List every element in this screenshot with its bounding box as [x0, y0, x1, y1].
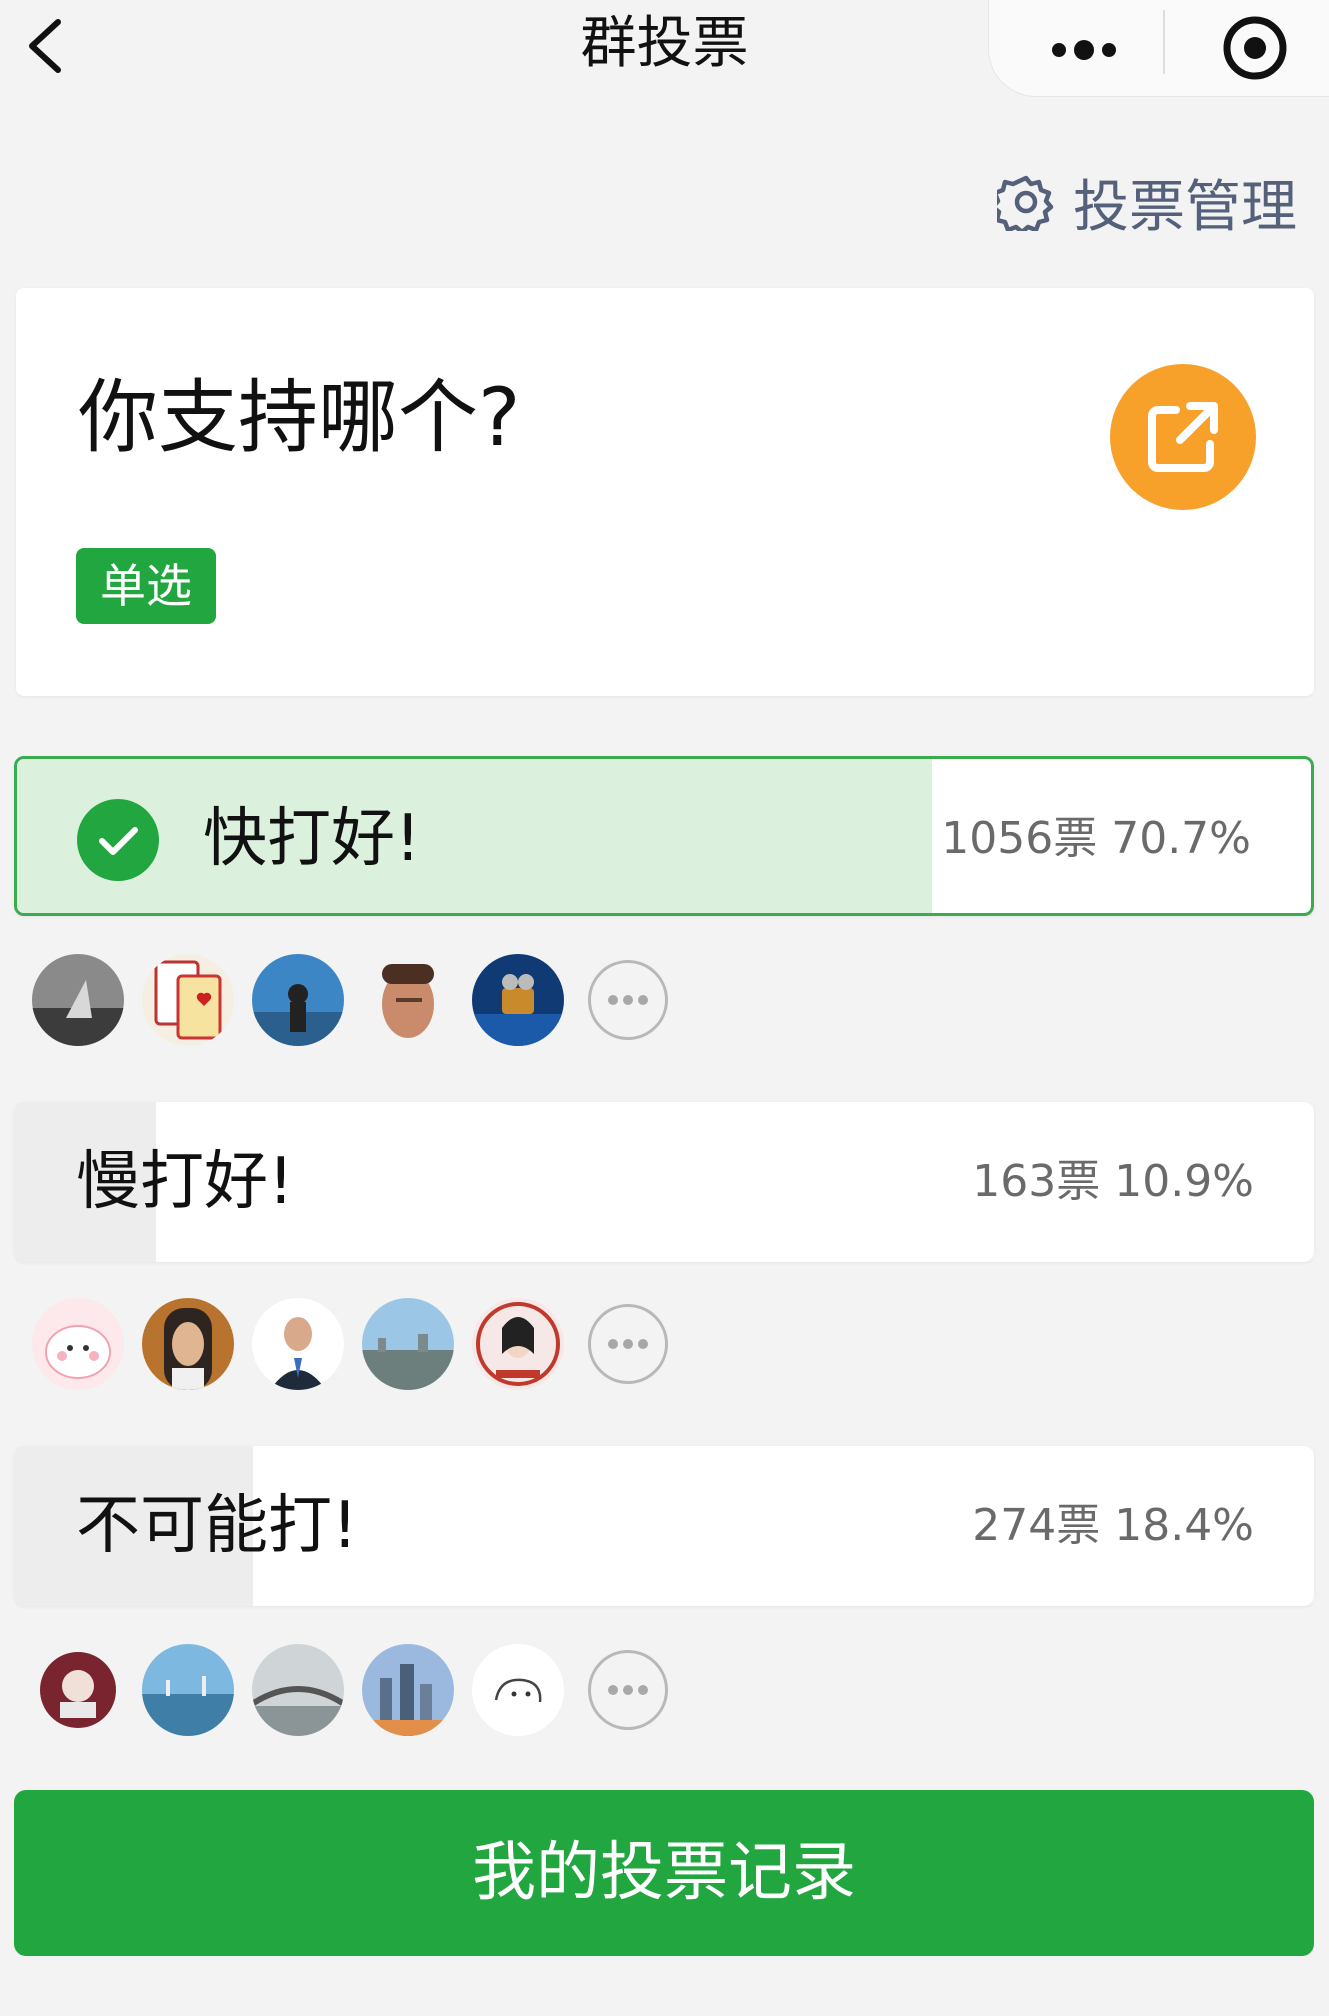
- avatar[interactable]: [32, 954, 124, 1046]
- menu-capsule: [988, 0, 1329, 97]
- more-voters-button[interactable]: [588, 1304, 668, 1384]
- close-target-icon[interactable]: [1219, 12, 1291, 84]
- avatar[interactable]: [32, 1298, 124, 1390]
- dot: [638, 1339, 648, 1349]
- poll-option-2[interactable]: 慢打好! 163票 10.9%: [14, 1102, 1314, 1262]
- option-2-stat: 163票 10.9%: [972, 1156, 1254, 1207]
- avatar[interactable]: [142, 1644, 234, 1736]
- avatar[interactable]: [362, 954, 454, 1046]
- share-icon: [1148, 402, 1218, 472]
- option-3-label: 不可能打!: [76, 1489, 358, 1563]
- option-2-label: 慢打好!: [76, 1145, 294, 1219]
- option-1-stat: 1056票 70.7%: [941, 813, 1251, 864]
- capsule-divider: [1163, 10, 1165, 74]
- avatar[interactable]: [142, 1298, 234, 1390]
- dot: [608, 1339, 618, 1349]
- avatar[interactable]: [252, 954, 344, 1046]
- single-choice-tag: 单选: [76, 548, 216, 624]
- share-button[interactable]: [1110, 364, 1256, 510]
- option-1-label: 快打好!: [203, 802, 421, 876]
- option-1-voters: [32, 952, 668, 1048]
- avatar[interactable]: [472, 1644, 564, 1736]
- avatar[interactable]: [362, 1644, 454, 1736]
- option-2-voters: [32, 1296, 668, 1392]
- poll-card: 你支持哪个? 单选: [16, 288, 1314, 696]
- dot: [638, 1685, 648, 1695]
- my-vote-record-button[interactable]: 我的投票记录: [14, 1790, 1314, 1956]
- option-3-voters: [32, 1642, 668, 1738]
- poll-option-3[interactable]: 不可能打! 274票 18.4%: [14, 1446, 1314, 1606]
- dot: [608, 995, 618, 1005]
- poll-option-1[interactable]: 快打好! 1056票 70.7%: [14, 756, 1314, 916]
- more-voters-button[interactable]: [588, 1650, 668, 1730]
- avatar[interactable]: [142, 954, 234, 1046]
- avatar[interactable]: [362, 1298, 454, 1390]
- avatar[interactable]: [472, 1298, 564, 1390]
- more-voters-button[interactable]: [588, 960, 668, 1040]
- dot: [623, 1685, 633, 1695]
- avatar[interactable]: [252, 1644, 344, 1736]
- vote-manage-link[interactable]: 投票管理: [997, 166, 1297, 240]
- check-icon: [77, 799, 159, 881]
- avatar[interactable]: [252, 1298, 344, 1390]
- more-icon[interactable]: [1039, 30, 1129, 70]
- option-3-stat: 274票 18.4%: [972, 1500, 1254, 1551]
- dot: [638, 995, 648, 1005]
- gear-icon: [997, 175, 1054, 231]
- avatar[interactable]: [32, 1644, 124, 1736]
- dot: [623, 995, 633, 1005]
- dot: [608, 1685, 618, 1695]
- vote-manage-label: 投票管理: [1073, 174, 1297, 240]
- nav-bar: 群投票: [0, 0, 1329, 110]
- dot: [623, 1339, 633, 1349]
- poll-question: 你支持哪个?: [78, 371, 521, 464]
- avatar[interactable]: [472, 954, 564, 1046]
